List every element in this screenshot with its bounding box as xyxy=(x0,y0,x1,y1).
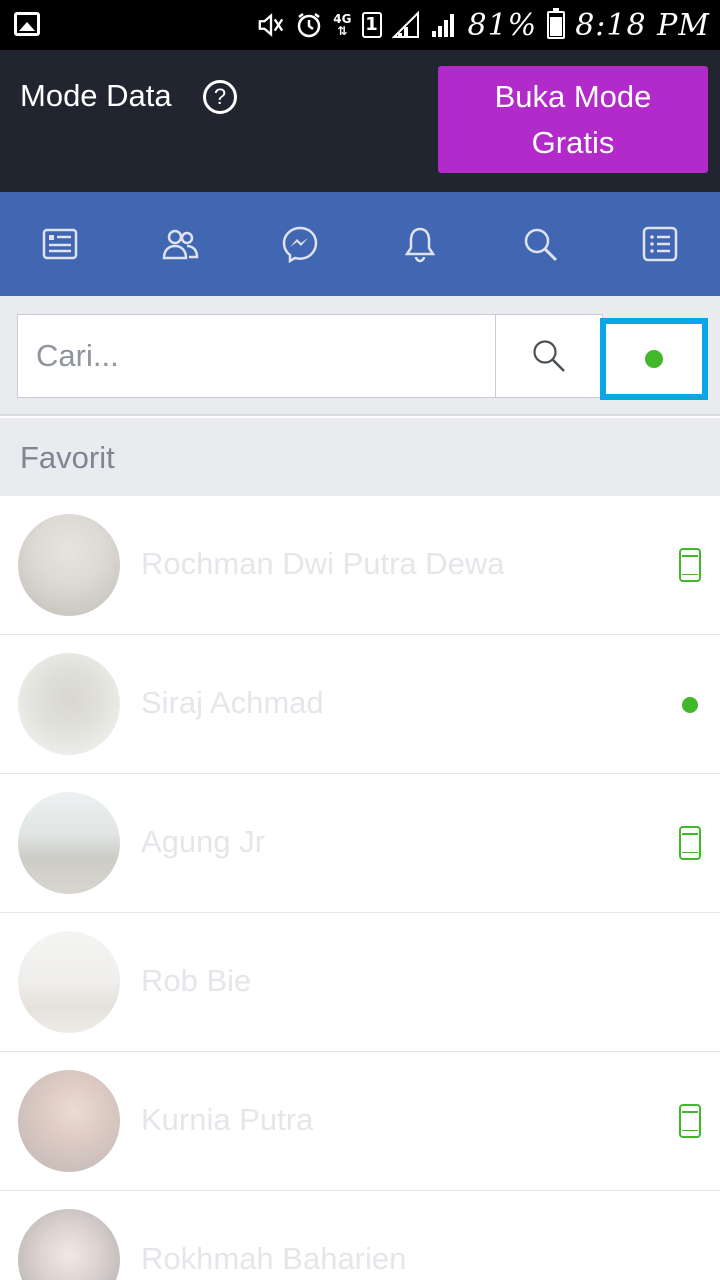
avatar xyxy=(18,792,120,894)
list-item[interactable]: Siraj Achmad xyxy=(0,635,720,774)
mode-title: Mode Data xyxy=(20,78,172,113)
search-icon[interactable] xyxy=(480,192,600,296)
main-navigation xyxy=(0,192,720,296)
list-item[interactable]: Rokhmah Baharien xyxy=(0,1191,720,1280)
contact-name: Siraj Achmad xyxy=(141,685,324,720)
status-bar: 4G ⇅ 1 81% 8:18 PM xyxy=(0,0,720,50)
mobile-icon xyxy=(679,826,701,860)
notifications-icon[interactable] xyxy=(360,192,480,296)
mobile-icon xyxy=(679,548,701,582)
battery-icon xyxy=(547,8,566,39)
friends-icon[interactable] xyxy=(120,192,240,296)
gallery-icon xyxy=(14,12,40,36)
messenger-icon[interactable] xyxy=(240,192,360,296)
search-box xyxy=(17,314,603,398)
avatar xyxy=(18,653,120,755)
list-item[interactable]: Agung Jr xyxy=(0,774,720,913)
data-mode-header: Mode Data ? Buka Mode Gratis xyxy=(0,50,720,192)
contact-name: Kurnia Putra xyxy=(141,1102,314,1137)
list-item[interactable]: Rochman Dwi Putra Dewa xyxy=(0,496,720,635)
alarm-icon xyxy=(295,11,323,39)
sim-icon: 1 xyxy=(361,12,382,38)
online-dot-icon xyxy=(682,697,698,713)
news-feed-icon[interactable] xyxy=(0,192,120,296)
menu-icon[interactable] xyxy=(600,192,720,296)
battery-percentage: 81% xyxy=(467,7,538,43)
avatar xyxy=(18,931,120,1033)
search-icon xyxy=(533,340,565,372)
status-bar-indicators: 4G ⇅ 1 81% 8:18 PM xyxy=(257,5,710,45)
free-mode-button[interactable]: Buka Mode Gratis xyxy=(438,66,708,173)
clock: 8:18 PM xyxy=(575,7,710,43)
list-item[interactable]: Kurnia Putra xyxy=(0,1052,720,1191)
contact-name: Rochman Dwi Putra Dewa xyxy=(141,546,505,581)
avatar xyxy=(18,514,120,616)
online-dot-icon xyxy=(645,350,663,368)
signal-icon xyxy=(391,11,420,39)
contact-name: Rob Bie xyxy=(141,963,252,998)
favorites-section-header: Favorit xyxy=(0,418,720,496)
contact-list: Rochman Dwi Putra Dewa Siraj Achmad Agun… xyxy=(0,496,720,1280)
avatar xyxy=(18,1070,120,1172)
section-title: Favorit xyxy=(20,440,115,475)
contact-name: Agung Jr xyxy=(141,824,266,859)
help-icon[interactable]: ? xyxy=(203,80,237,114)
list-item[interactable]: Rob Bie xyxy=(0,913,720,1052)
signal-icon xyxy=(430,11,458,39)
mobile-icon xyxy=(679,1104,701,1138)
search-input[interactable] xyxy=(18,315,495,397)
active-now-filter-button[interactable] xyxy=(600,318,708,400)
search-button[interactable] xyxy=(496,315,602,397)
contact-name: Rokhmah Baharien xyxy=(141,1241,407,1276)
mute-icon xyxy=(257,11,285,39)
avatar xyxy=(18,1209,120,1280)
network-4g-icon: 4G ⇅ xyxy=(333,12,352,38)
